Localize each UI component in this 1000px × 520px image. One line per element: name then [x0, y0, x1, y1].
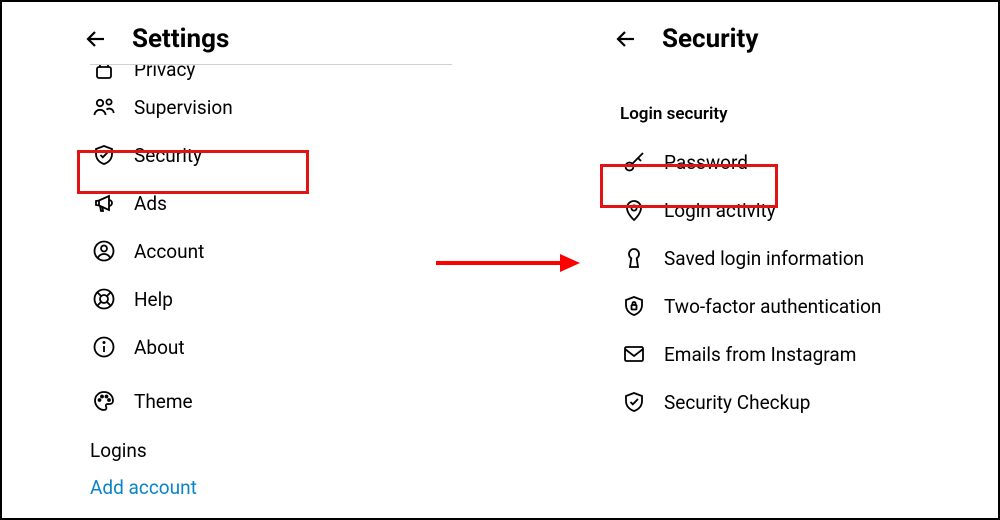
tutorial-frame: Settings Privacy Supervision [0, 0, 1000, 520]
settings-item-account[interactable]: Account [72, 227, 452, 275]
settings-screen: Settings Privacy Supervision [72, 2, 452, 503]
key-icon [620, 148, 648, 176]
settings-item-label: Privacy [134, 65, 195, 81]
security-item-emails[interactable]: Emails from Instagram [602, 330, 962, 378]
people-icon [90, 93, 118, 121]
security-item-label: Login activity [664, 199, 776, 222]
security-item-label: Security Checkup [664, 391, 810, 414]
security-title: Security [662, 24, 758, 54]
settings-item-supervision[interactable]: Supervision [72, 83, 452, 131]
shield-check-icon [90, 141, 118, 169]
settings-title: Settings [132, 24, 229, 54]
security-item-password[interactable]: Password [602, 138, 962, 186]
settings-item-label: Supervision [134, 96, 233, 119]
settings-item-label: Theme [134, 390, 193, 413]
add-account-link[interactable]: Add account [72, 464, 452, 503]
security-item-label: Saved login information [664, 247, 864, 270]
shield-check-icon [620, 388, 648, 416]
security-item-security-checkup[interactable]: Security Checkup [602, 378, 962, 426]
lock-icon [90, 65, 118, 83]
back-arrow-icon[interactable] [612, 25, 640, 53]
shield-lock-icon [620, 292, 648, 320]
security-menu-list: Password Login activity Saved login info… [602, 138, 962, 426]
keyhole-icon [620, 244, 648, 272]
logins-heading: Logins [72, 425, 452, 464]
settings-item-label: Security [134, 144, 202, 167]
flow-arrow-icon [432, 248, 582, 278]
settings-item-theme[interactable]: Theme [72, 377, 452, 425]
palette-icon [90, 387, 118, 415]
settings-item-label: Ads [134, 192, 167, 215]
settings-menu-list: Supervision Security Ads Account [72, 83, 452, 503]
megaphone-icon [90, 189, 118, 217]
location-pin-icon [620, 196, 648, 224]
settings-header: Settings [72, 2, 452, 64]
security-item-label: Password [664, 151, 748, 174]
settings-item-label: Account [134, 240, 204, 263]
security-screen: Security Login security Password Login a… [602, 2, 962, 426]
lifebuoy-icon [90, 285, 118, 313]
security-item-label: Emails from Instagram [664, 343, 856, 366]
account-circle-icon [90, 237, 118, 265]
info-icon [90, 333, 118, 361]
security-header: Security [602, 2, 962, 64]
security-item-saved-login-info[interactable]: Saved login information [602, 234, 962, 282]
settings-item-security[interactable]: Security [72, 131, 452, 179]
settings-item-label: About [134, 336, 185, 359]
mail-icon [620, 340, 648, 368]
settings-item-privacy-cutoff[interactable]: Privacy [90, 65, 452, 83]
back-arrow-icon[interactable] [82, 25, 110, 53]
security-item-label: Two-factor authentication [664, 295, 881, 318]
settings-item-label: Help [134, 288, 173, 311]
security-item-login-activity[interactable]: Login activity [602, 186, 962, 234]
settings-item-about[interactable]: About [72, 323, 452, 371]
security-item-two-factor[interactable]: Two-factor authentication [602, 282, 962, 330]
settings-item-help[interactable]: Help [72, 275, 452, 323]
settings-item-ads[interactable]: Ads [72, 179, 452, 227]
login-security-section-label: Login security [602, 64, 962, 138]
